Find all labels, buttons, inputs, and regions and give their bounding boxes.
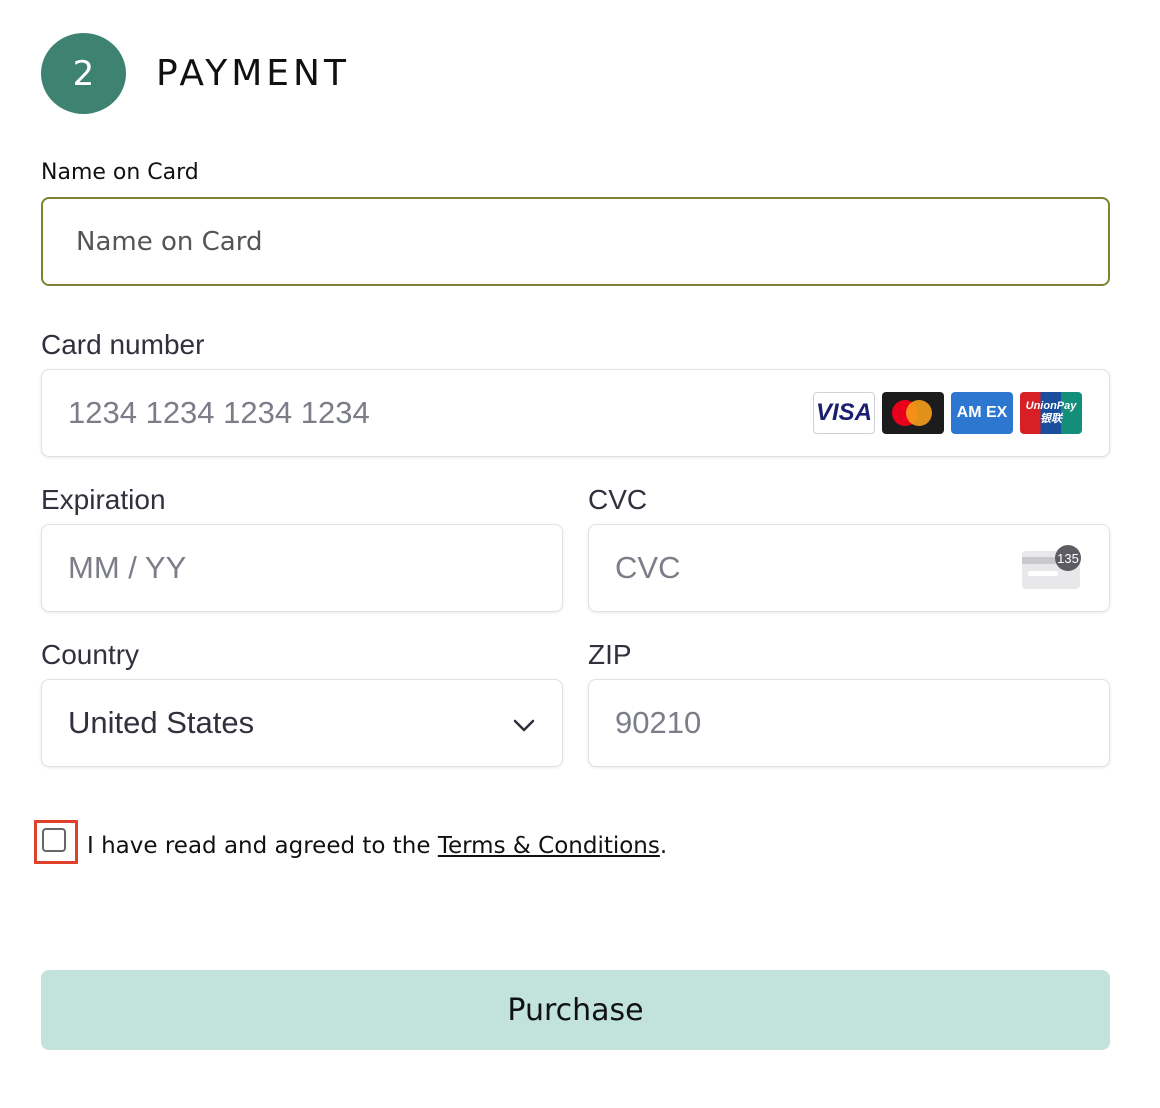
name-on-card-label: Name on Card [41,160,199,185]
unionpay-icon: UnionPay 银联 [1020,392,1082,434]
zip-input[interactable] [615,680,1075,766]
mastercard-icon [882,392,944,434]
terms-checkbox-highlight [34,820,78,864]
purchase-button[interactable]: Purchase [41,970,1110,1050]
country-select[interactable]: United States [41,679,563,767]
expiration-input[interactable] [68,525,528,611]
visa-icon: VISA [813,392,875,434]
country-selected-value: United States [68,705,255,740]
country-label: Country [41,639,140,670]
terms-link[interactable]: Terms & Conditions [438,833,660,859]
cvc-label: CVC [588,484,648,515]
cvc-input[interactable] [615,525,995,611]
cvc-card-icon: 135 [1022,545,1081,589]
expiration-field[interactable] [41,524,563,612]
card-number-input[interactable] [68,370,768,456]
terms-suffix: . [659,833,668,859]
zip-field[interactable] [588,679,1110,767]
cvc-field[interactable]: 135 [588,524,1110,612]
name-on-card-input[interactable] [76,199,1081,284]
expiration-label: Expiration [41,484,166,515]
card-number-label: Card number [41,329,205,360]
step-number: 2 [72,53,95,94]
name-on-card-field[interactable] [41,197,1110,286]
cvc-icon-badge: 135 [1057,551,1079,566]
card-number-field[interactable]: VISA AM EX UnionPay 银联 [41,369,1110,457]
section-title: PAYMENT [156,53,350,94]
step-number-badge: 2 [41,33,126,114]
chevron-down-icon [513,719,535,732]
amex-icon: AM EX [951,392,1013,434]
terms-text: I have read and agreed to the Terms & Co… [87,831,667,861]
card-brands: VISA AM EX UnionPay 银联 [813,392,1082,434]
terms-prefix: I have read and agreed to the [87,833,438,859]
zip-label: ZIP [588,639,632,670]
terms-checkbox[interactable] [42,828,66,852]
